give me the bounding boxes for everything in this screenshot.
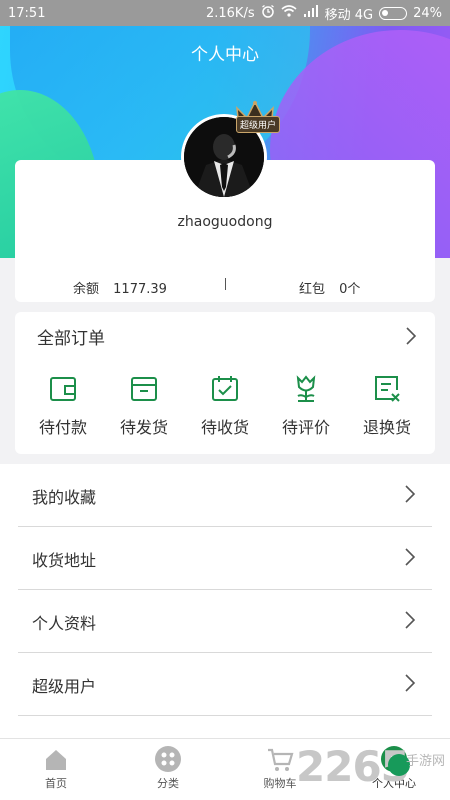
account-stats: 余额 1177.39 红包 0个 (15, 278, 435, 298)
menu-list: 我的收藏 收货地址 个人资料 超级用户 (0, 464, 450, 738)
vip-badge: 超级用户 (236, 116, 281, 133)
all-orders-row[interactable]: 全部订单 (15, 312, 435, 360)
redpacket-value: 0个 (339, 282, 361, 297)
grid-icon (154, 745, 182, 773)
tab-label: 首页 (45, 777, 67, 790)
menu-item-address[interactable]: 收货地址 (18, 527, 432, 590)
stats-divider (225, 278, 226, 290)
battery-icon (379, 6, 408, 20)
all-orders-title: 全部订单 (37, 328, 105, 349)
order-label: 待付款 (38, 418, 87, 437)
order-status-row: 待付款 待发货 待收货 待评价 退换货 (15, 372, 435, 438)
signal-icon (303, 5, 319, 21)
order-label: 待发货 (119, 418, 168, 437)
tab-category[interactable]: 分类 (128, 745, 208, 791)
order-pending-shipment[interactable]: 待发货 (104, 372, 184, 438)
orders-card: 全部订单 待付款 待发货 待收货 待评价 退换货 (15, 312, 435, 454)
calendar-check-icon (208, 372, 242, 406)
tab-home[interactable]: 首页 (16, 745, 96, 791)
balance-value: 1177.39 (113, 282, 167, 297)
order-label: 退换货 (362, 418, 411, 437)
status-time: 17:51 (8, 5, 46, 21)
chevron-right-icon (405, 326, 417, 350)
order-pending-receipt[interactable]: 待收货 (185, 372, 265, 438)
chevron-right-icon (404, 610, 416, 634)
menu-item-label: 超级用户 (32, 677, 97, 696)
box-icon (127, 372, 161, 406)
avatar-container[interactable]: 超级用户 (181, 100, 281, 204)
menu-item-label: 收货地址 (32, 551, 97, 570)
balance-stat[interactable]: 余额 1177.39 (73, 278, 167, 297)
status-bar: 17:51 2.16K/s 移动 4G 24% (0, 0, 450, 26)
menu-item-label: 我的收藏 (32, 488, 97, 507)
menu-item-label: 个人资料 (32, 614, 97, 633)
order-pending-review[interactable]: 待评价 (266, 372, 346, 438)
status-carrier: 移动 4G (324, 7, 374, 23)
site-watermark: 2265 手游网 (296, 742, 450, 800)
order-returns[interactable]: 退换货 (347, 372, 427, 438)
watermark-text: 手游网 (406, 754, 446, 769)
menu-item-super-user[interactable]: 超级用户 (18, 653, 432, 716)
balance-label: 余额 (73, 282, 100, 297)
chevron-right-icon (404, 547, 416, 571)
redpacket-label: 红包 (299, 282, 326, 297)
cart-icon (266, 745, 294, 773)
home-icon (42, 745, 70, 773)
return-doc-icon (370, 372, 404, 406)
chevron-right-icon (404, 673, 416, 697)
redpacket-stat[interactable]: 红包 0个 (299, 278, 360, 297)
menu-item-favorites[interactable]: 我的收藏 (18, 464, 432, 527)
order-label: 待收货 (200, 418, 249, 437)
page-title: 个人中心 (191, 45, 259, 65)
order-label: 待评价 (281, 418, 330, 437)
alarm-icon (261, 4, 275, 22)
wifi-icon (281, 5, 297, 21)
wallet-icon (46, 372, 80, 406)
order-pending-payment[interactable]: 待付款 (23, 372, 103, 438)
username: zhaoguodong (177, 214, 273, 230)
flower-icon (289, 372, 323, 406)
menu-item-profile[interactable]: 个人资料 (18, 590, 432, 653)
chevron-right-icon (404, 484, 416, 508)
tab-label: 分类 (157, 777, 179, 790)
status-network-speed: 2.16K/s (205, 5, 255, 21)
status-battery-level: 24% (413, 5, 442, 21)
